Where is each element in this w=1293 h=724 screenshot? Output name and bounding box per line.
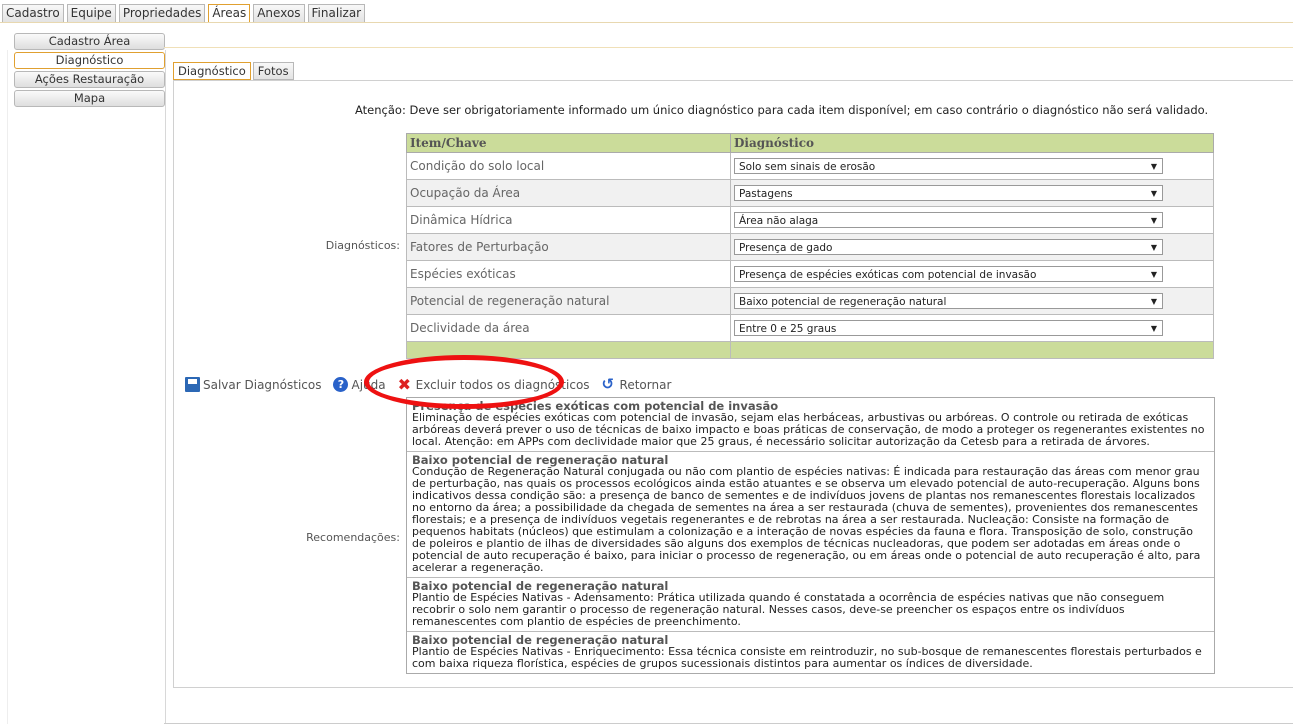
- item-label: Espécies exóticas: [406, 260, 731, 288]
- select-value: Solo sem sinais de erosão: [739, 161, 876, 173]
- recommendation-item: Baixo potencial de regeneração natural C…: [407, 452, 1214, 578]
- diagnostic-select[interactable]: Baixo potencial de regeneração natural ▼: [734, 293, 1163, 309]
- attention-label: Atenção:: [355, 103, 406, 117]
- tab-anexos[interactable]: Anexos: [253, 4, 305, 23]
- diagnostic-select[interactable]: Solo sem sinais de erosão ▼: [734, 158, 1163, 174]
- delete-all-button[interactable]: ✖ Excluir todos os diagnósticos: [397, 375, 590, 394]
- tab-cadastro[interactable]: Cadastro: [2, 4, 64, 23]
- tab-diagnostico[interactable]: Diagnóstico: [173, 62, 251, 80]
- table-row: Potencial de regeneração natural Baixo p…: [406, 287, 1214, 315]
- sidebar-item-acoes-restauracao[interactable]: Ações Restauração: [14, 71, 165, 88]
- column-header-diagnostico: Diagnóstico: [730, 133, 1214, 153]
- sidebar-column: [7, 50, 166, 724]
- tab-fotos[interactable]: Fotos: [252, 62, 294, 80]
- recomendacoes-label: Recomendações:: [306, 531, 400, 544]
- save-icon: [185, 377, 200, 392]
- item-label: Declividade da área: [406, 314, 731, 342]
- sidebar: Cadastro Área Diagnóstico Ações Restaura…: [14, 33, 165, 109]
- dropdown-arrow-icon: ▼: [1150, 189, 1157, 198]
- diagnostic-select[interactable]: Área não alaga ▼: [734, 212, 1163, 228]
- recommendation-item: Presença de espécies exóticas com potenc…: [407, 398, 1214, 452]
- table-row: Ocupação da Área Pastagens ▼: [406, 179, 1214, 207]
- dropdown-arrow-icon: ▼: [1150, 243, 1157, 252]
- action-bar: Salvar Diagnósticos ? Ajuda ✖ Excluir todo…: [185, 375, 683, 394]
- dropdown-arrow-icon: ▼: [1150, 324, 1157, 333]
- attention-message: Atenção: Deve ser obrigatoriamente infor…: [355, 103, 1208, 117]
- sub-tabs: Diagnóstico Fotos: [173, 62, 294, 80]
- dropdown-arrow-icon: ▼: [1150, 297, 1157, 306]
- sidebar-item-diagnostico[interactable]: Diagnóstico: [14, 52, 165, 69]
- delete-icon: ✖: [397, 375, 412, 394]
- table-row: Espécies exóticas Presença de espécies e…: [406, 260, 1214, 288]
- attention-text: Deve ser obrigatoriamente informado um ú…: [409, 103, 1209, 117]
- diagnostic-select[interactable]: Presença de espécies exóticas com potenc…: [734, 266, 1163, 282]
- table-row: Declividade da área Entre 0 e 25 graus ▼: [406, 314, 1214, 342]
- top-divider: [0, 22, 1293, 23]
- diagnostics-table: Item/Chave Diagnóstico Condição do solo …: [406, 133, 1214, 359]
- dropdown-arrow-icon: ▼: [1150, 216, 1157, 225]
- select-value: Entre 0 e 25 graus: [739, 323, 837, 335]
- table-footer-row: [406, 341, 1214, 359]
- item-label: Potencial de regeneração natural: [406, 287, 731, 315]
- recommendations-box: Presença de espécies exóticas com potenc…: [406, 397, 1215, 674]
- recommendation-text: Condução de Regeneração Natural conjugad…: [412, 465, 1201, 574]
- save-button[interactable]: Salvar Diagnósticos: [185, 377, 321, 392]
- recommendation-text: Eliminação de espécies exóticas com pote…: [412, 411, 1205, 448]
- help-button[interactable]: ? Ajuda: [333, 377, 386, 392]
- recommendation-item: Baixo potencial de regeneração natural P…: [407, 632, 1214, 673]
- select-value: Presença de gado: [739, 242, 833, 254]
- recommendation-item: Baixo potencial de regeneração natural P…: [407, 578, 1214, 632]
- select-value: Área não alaga: [739, 215, 819, 227]
- tab-areas[interactable]: Áreas: [208, 4, 251, 23]
- tab-equipe[interactable]: Equipe: [66, 4, 116, 23]
- select-value: Pastagens: [739, 188, 793, 200]
- item-label: Condição do solo local: [406, 152, 731, 180]
- select-value: Baixo potencial de regeneração natural: [739, 296, 947, 308]
- column-header-item: Item/Chave: [406, 133, 731, 153]
- diagnosticos-label: Diagnósticos:: [325, 239, 400, 252]
- item-label: Fatores de Perturbação: [406, 233, 731, 261]
- diagnostic-select[interactable]: Entre 0 e 25 graus ▼: [734, 320, 1163, 336]
- recommendation-text: Plantio de Espécies Nativas - Adensament…: [412, 591, 1165, 628]
- sidebar-item-mapa[interactable]: Mapa: [14, 90, 165, 107]
- diagnostic-select[interactable]: Pastagens ▼: [734, 185, 1163, 201]
- help-icon: ?: [333, 377, 349, 392]
- top-tabs: Cadastro Equipe Propriedades Áreas Anexo…: [2, 4, 366, 23]
- return-icon: ↺: [601, 375, 615, 393]
- item-label: Dinâmica Hídrica: [406, 206, 731, 234]
- select-value: Presença de espécies exóticas com potenc…: [739, 269, 1037, 281]
- item-label: Ocupação da Área: [406, 179, 731, 207]
- return-button[interactable]: ↺ Retornar: [602, 377, 672, 392]
- table-row: Fatores de Perturbação Presença de gado ▼: [406, 233, 1214, 261]
- diagnostic-select[interactable]: Presença de gado ▼: [734, 239, 1163, 255]
- recommendation-text: Plantio de Espécies Nativas - Enriquecim…: [412, 645, 1202, 670]
- table-row: Dinâmica Hídrica Área não alaga ▼: [406, 206, 1214, 234]
- dropdown-arrow-icon: ▼: [1150, 162, 1157, 171]
- tab-finalizar[interactable]: Finalizar: [307, 4, 366, 23]
- table-row: Condição do solo local Solo sem sinais d…: [406, 152, 1214, 180]
- dropdown-arrow-icon: ▼: [1150, 270, 1157, 279]
- sidebar-item-cadastro-area[interactable]: Cadastro Área: [14, 33, 165, 50]
- tab-propriedades[interactable]: Propriedades: [118, 4, 206, 23]
- main-top-border: [164, 47, 1293, 48]
